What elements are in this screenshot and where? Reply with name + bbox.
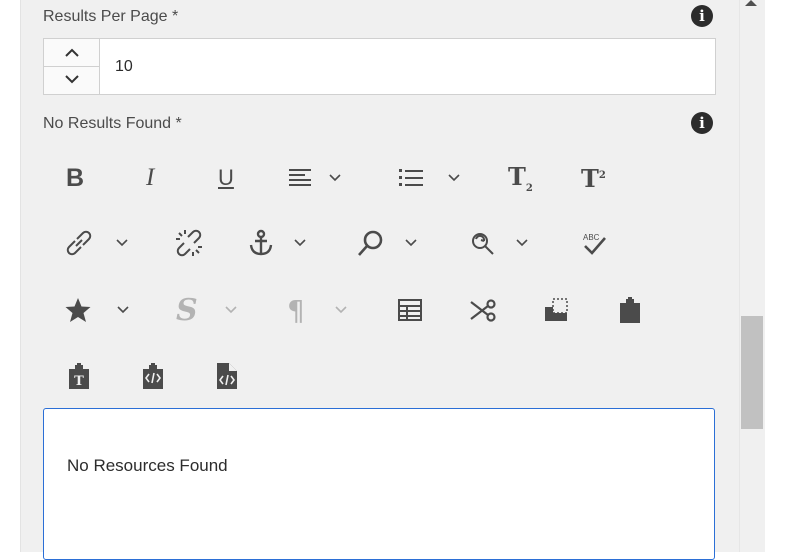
results-per-page-stepper: 10	[43, 38, 716, 95]
paste-code-icon	[143, 363, 163, 389]
copy-icon	[545, 298, 568, 321]
chevron-down-icon	[225, 306, 237, 314]
chevron-down-icon	[516, 239, 528, 247]
paste-text-icon: T	[69, 363, 89, 389]
svg-text:ABC: ABC	[583, 233, 600, 242]
find-button[interactable]	[357, 225, 417, 261]
chevron-down-icon	[65, 75, 79, 84]
styles-icon: S	[176, 292, 198, 328]
rich-text-editor[interactable]: No Resources Found	[43, 408, 715, 560]
results-per-page-input[interactable]: 10	[115, 58, 133, 76]
scrollbar-track[interactable]	[739, 0, 765, 552]
table-button[interactable]	[397, 292, 423, 328]
chevron-up-icon	[65, 48, 79, 57]
paragraph-icon: ¶	[287, 293, 305, 327]
info-icon[interactable]: i	[691, 5, 713, 27]
anchor-icon	[249, 229, 273, 256]
info-icon[interactable]: i	[691, 112, 713, 134]
superscript-icon: T2	[581, 163, 606, 193]
superscript-button[interactable]: T2	[581, 160, 606, 196]
subscript-icon: T2	[508, 162, 533, 194]
link-button[interactable]	[66, 225, 128, 261]
bold-icon: B	[66, 163, 85, 192]
scroll-up-arrow-icon[interactable]	[745, 0, 757, 6]
no-results-found-label: No Results Found *	[43, 115, 182, 132]
search-icon	[358, 230, 383, 256]
chevron-down-icon	[329, 174, 341, 182]
scissors-icon	[470, 299, 496, 322]
chevron-down-icon	[117, 306, 129, 314]
svg-text:T: T	[74, 374, 84, 389]
unlink-icon	[176, 229, 202, 257]
cut-button[interactable]	[469, 292, 497, 328]
spellcheck-icon: ABC	[583, 233, 606, 255]
italic-button[interactable]: I	[146, 160, 154, 196]
replace-button[interactable]	[468, 225, 528, 261]
source-edit-button[interactable]	[214, 358, 240, 394]
clipboard-icon	[620, 297, 640, 323]
paste-button[interactable]	[617, 292, 643, 328]
star-icon	[65, 298, 91, 322]
find-replace-icon	[472, 233, 494, 255]
bold-button[interactable]: B	[66, 160, 84, 196]
bullet-list-icon	[399, 169, 423, 186]
special-characters-button[interactable]	[64, 292, 129, 328]
subscript-button[interactable]: T2	[508, 160, 533, 196]
file-code-icon	[217, 363, 237, 389]
chevron-down-icon	[116, 239, 128, 247]
paste-from-word-button[interactable]	[140, 358, 166, 394]
unlink-button[interactable]	[175, 225, 203, 261]
anchor-button[interactable]	[248, 225, 306, 261]
align-left-icon	[289, 169, 311, 186]
stepper-buttons	[44, 39, 100, 94]
editor-content: No Resources Found	[67, 456, 228, 475]
decrement-button[interactable]	[44, 67, 99, 94]
link-icon	[66, 230, 92, 256]
spellcheck-button[interactable]: ABC	[581, 225, 607, 261]
paste-as-text-button[interactable]: T	[66, 358, 92, 394]
align-button[interactable]	[289, 160, 341, 196]
scrollbar-thumb[interactable]	[741, 316, 763, 429]
results-per-page-label: Results Per Page *	[43, 8, 179, 25]
chevron-down-icon	[335, 306, 347, 314]
styles-button[interactable]: S	[176, 292, 237, 328]
increment-button[interactable]	[44, 39, 99, 67]
italic-icon: I	[146, 164, 155, 191]
underline-button[interactable]: U	[218, 160, 234, 196]
copy-button[interactable]	[543, 292, 571, 328]
table-icon	[398, 299, 422, 321]
paragraph-format-button[interactable]: ¶	[287, 292, 347, 328]
chevron-down-icon	[448, 174, 460, 182]
chevron-down-icon	[405, 239, 417, 247]
underline-icon: U	[218, 165, 234, 190]
list-button[interactable]	[399, 160, 460, 196]
chevron-down-icon	[294, 239, 306, 247]
